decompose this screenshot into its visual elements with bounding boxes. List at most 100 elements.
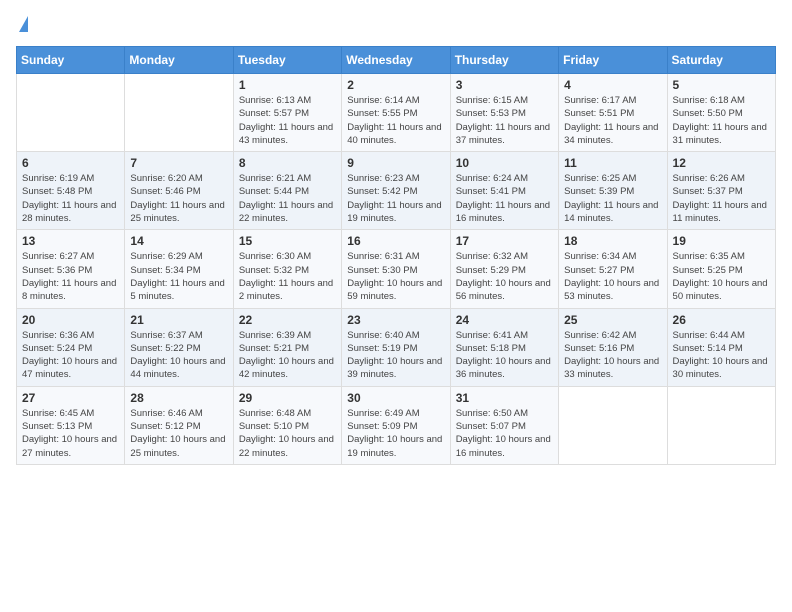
calendar-cell: [559, 386, 667, 464]
calendar-cell: 8Sunrise: 6:21 AM Sunset: 5:44 PM Daylig…: [233, 152, 341, 230]
day-info: Sunrise: 6:15 AM Sunset: 5:53 PM Dayligh…: [456, 94, 553, 147]
day-number: 22: [239, 313, 336, 327]
day-info: Sunrise: 6:50 AM Sunset: 5:07 PM Dayligh…: [456, 407, 553, 460]
day-number: 31: [456, 391, 553, 405]
calendar-week-row: 20 Sunrise: 6:36 AM Sunset: 5:24 PM Dayli…: [17, 308, 776, 386]
day-info: Sunrise: 6:20 AM Sunset: 5:46 PM Dayligh…: [130, 172, 227, 225]
day-info: Sunrise: 6:29 AM Sunset: 5:34 PM Dayligh…: [130, 250, 227, 303]
calendar-cell: 13 Sunrise: 6:27 AM Sunset: 5:36 PM Dayli…: [17, 230, 125, 308]
day-info: Sunrise: 6:26 AM Sunset: 5:37 PM Dayligh…: [673, 172, 770, 225]
weekday-header-wednesday: Wednesday: [342, 47, 450, 74]
calendar-cell: 15 Sunrise: 6:30 AM Sunset: 5:32 PM Dayli…: [233, 230, 341, 308]
calendar-cell: 26Sunrise: 6:44 AM Sunset: 5:14 PM Dayli…: [667, 308, 775, 386]
day-info: Sunrise: 6:24 AM Sunset: 5:41 PM Dayligh…: [456, 172, 553, 225]
day-number: 28: [130, 391, 227, 405]
day-info: Sunrise: 6:48 AM Sunset: 5:10 PM Dayligh…: [239, 407, 336, 460]
day-info: Sunrise: 6:17 AM Sunset: 5:51 PM Dayligh…: [564, 94, 661, 147]
calendar-cell: [17, 74, 125, 152]
day-info: Sunrise: 6:19 AM Sunset: 5:48 PM Dayligh…: [22, 172, 119, 225]
day-info: Sunrise: 6:42 AM Sunset: 5:16 PM Dayligh…: [564, 329, 661, 382]
day-number: 3: [456, 78, 553, 92]
weekday-header-sunday: Sunday: [17, 47, 125, 74]
day-info: Sunrise: 6:36 AM Sunset: 5:24 PM Dayligh…: [22, 329, 119, 382]
calendar-cell: 6Sunrise: 6:19 AM Sunset: 5:48 PM Daylig…: [17, 152, 125, 230]
day-number: 9: [347, 156, 444, 170]
calendar-cell: 9 Sunrise: 6:23 AM Sunset: 5:42 PM Daylig…: [342, 152, 450, 230]
calendar-cell: 11Sunrise: 6:25 AM Sunset: 5:39 PM Dayli…: [559, 152, 667, 230]
day-number: 20: [22, 313, 119, 327]
calendar-cell: 27 Sunrise: 6:45 AM Sunset: 5:13 PM Dayli…: [17, 386, 125, 464]
day-info: Sunrise: 6:23 AM Sunset: 5:42 PM Dayligh…: [347, 172, 444, 225]
day-number: 5: [673, 78, 770, 92]
calendar-week-row: 27 Sunrise: 6:45 AM Sunset: 5:13 PM Dayli…: [17, 386, 776, 464]
day-number: 12: [673, 156, 770, 170]
day-number: 15: [239, 234, 336, 248]
calendar-cell: 18 Sunrise: 6:34 AM Sunset: 5:27 PM Dayli…: [559, 230, 667, 308]
calendar-cell: 17Sunrise: 6:32 AM Sunset: 5:29 PM Dayli…: [450, 230, 558, 308]
day-info: Sunrise: 6:49 AM Sunset: 5:09 PM Dayligh…: [347, 407, 444, 460]
day-number: 30: [347, 391, 444, 405]
calendar-cell: 1 Sunrise: 6:13 AM Sunset: 5:57 PM Daylig…: [233, 74, 341, 152]
day-number: 4: [564, 78, 661, 92]
day-number: 25: [564, 313, 661, 327]
day-info: Sunrise: 6:30 AM Sunset: 5:32 PM Dayligh…: [239, 250, 336, 303]
calendar-cell: 29Sunrise: 6:48 AM Sunset: 5:10 PM Dayli…: [233, 386, 341, 464]
calendar-week-row: 13 Sunrise: 6:27 AM Sunset: 5:36 PM Dayli…: [17, 230, 776, 308]
calendar-cell: [667, 386, 775, 464]
day-number: 1: [239, 78, 336, 92]
day-info: Sunrise: 6:40 AM Sunset: 5:19 PM Dayligh…: [347, 329, 444, 382]
calendar-cell: 5 Sunrise: 6:18 AM Sunset: 5:50 PM Daylig…: [667, 74, 775, 152]
day-info: Sunrise: 6:41 AM Sunset: 5:18 PM Dayligh…: [456, 329, 553, 382]
day-number: 19: [673, 234, 770, 248]
calendar-cell: 30 Sunrise: 6:49 AM Sunset: 5:09 PM Dayli…: [342, 386, 450, 464]
day-info: Sunrise: 6:35 AM Sunset: 5:25 PM Dayligh…: [673, 250, 770, 303]
calendar-cell: 4 Sunrise: 6:17 AM Sunset: 5:51 PM Daylig…: [559, 74, 667, 152]
weekday-header-thursday: Thursday: [450, 47, 558, 74]
calendar-cell: 21 Sunrise: 6:37 AM Sunset: 5:22 PM Dayli…: [125, 308, 233, 386]
day-info: Sunrise: 6:14 AM Sunset: 5:55 PM Dayligh…: [347, 94, 444, 147]
calendar-cell: 2Sunrise: 6:14 AM Sunset: 5:55 PM Daylig…: [342, 74, 450, 152]
calendar-cell: 24 Sunrise: 6:41 AM Sunset: 5:18 PM Dayli…: [450, 308, 558, 386]
logo: [16, 16, 28, 34]
calendar-week-row: 6Sunrise: 6:19 AM Sunset: 5:48 PM Daylig…: [17, 152, 776, 230]
day-info: Sunrise: 6:13 AM Sunset: 5:57 PM Dayligh…: [239, 94, 336, 147]
calendar-cell: 10Sunrise: 6:24 AM Sunset: 5:41 PM Dayli…: [450, 152, 558, 230]
calendar-cell: 19 Sunrise: 6:35 AM Sunset: 5:25 PM Dayli…: [667, 230, 775, 308]
day-info: Sunrise: 6:31 AM Sunset: 5:30 PM Dayligh…: [347, 250, 444, 303]
day-info: Sunrise: 6:39 AM Sunset: 5:21 PM Dayligh…: [239, 329, 336, 382]
calendar-cell: 25 Sunrise: 6:42 AM Sunset: 5:16 PM Dayli…: [559, 308, 667, 386]
day-number: 27: [22, 391, 119, 405]
day-info: Sunrise: 6:18 AM Sunset: 5:50 PM Dayligh…: [673, 94, 770, 147]
day-info: Sunrise: 6:27 AM Sunset: 5:36 PM Dayligh…: [22, 250, 119, 303]
calendar-cell: 12 Sunrise: 6:26 AM Sunset: 5:37 PM Dayli…: [667, 152, 775, 230]
logo-triangle-icon: [19, 16, 28, 32]
day-info: Sunrise: 6:21 AM Sunset: 5:44 PM Dayligh…: [239, 172, 336, 225]
page-header: [16, 16, 776, 34]
weekday-header-tuesday: Tuesday: [233, 47, 341, 74]
day-number: 24: [456, 313, 553, 327]
day-info: Sunrise: 6:25 AM Sunset: 5:39 PM Dayligh…: [564, 172, 661, 225]
day-number: 21: [130, 313, 227, 327]
calendar-cell: 20 Sunrise: 6:36 AM Sunset: 5:24 PM Dayli…: [17, 308, 125, 386]
day-number: 7: [130, 156, 227, 170]
calendar-cell: 7 Sunrise: 6:20 AM Sunset: 5:46 PM Daylig…: [125, 152, 233, 230]
day-number: 13: [22, 234, 119, 248]
weekday-header-saturday: Saturday: [667, 47, 775, 74]
day-info: Sunrise: 6:46 AM Sunset: 5:12 PM Dayligh…: [130, 407, 227, 460]
calendar-cell: [125, 74, 233, 152]
day-number: 16: [347, 234, 444, 248]
day-info: Sunrise: 6:34 AM Sunset: 5:27 PM Dayligh…: [564, 250, 661, 303]
weekday-header-friday: Friday: [559, 47, 667, 74]
calendar-cell: 3 Sunrise: 6:15 AM Sunset: 5:53 PM Daylig…: [450, 74, 558, 152]
day-number: 23: [347, 313, 444, 327]
day-info: Sunrise: 6:37 AM Sunset: 5:22 PM Dayligh…: [130, 329, 227, 382]
day-number: 18: [564, 234, 661, 248]
day-info: Sunrise: 6:44 AM Sunset: 5:14 PM Dayligh…: [673, 329, 770, 382]
weekday-header-monday: Monday: [125, 47, 233, 74]
day-info: Sunrise: 6:45 AM Sunset: 5:13 PM Dayligh…: [22, 407, 119, 460]
calendar-cell: 14 Sunrise: 6:29 AM Sunset: 5:34 PM Dayli…: [125, 230, 233, 308]
day-number: 14: [130, 234, 227, 248]
calendar-cell: 28 Sunrise: 6:46 AM Sunset: 5:12 PM Dayli…: [125, 386, 233, 464]
calendar-body: 1 Sunrise: 6:13 AM Sunset: 5:57 PM Daylig…: [17, 74, 776, 465]
calendar-cell: 16 Sunrise: 6:31 AM Sunset: 5:30 PM Dayli…: [342, 230, 450, 308]
